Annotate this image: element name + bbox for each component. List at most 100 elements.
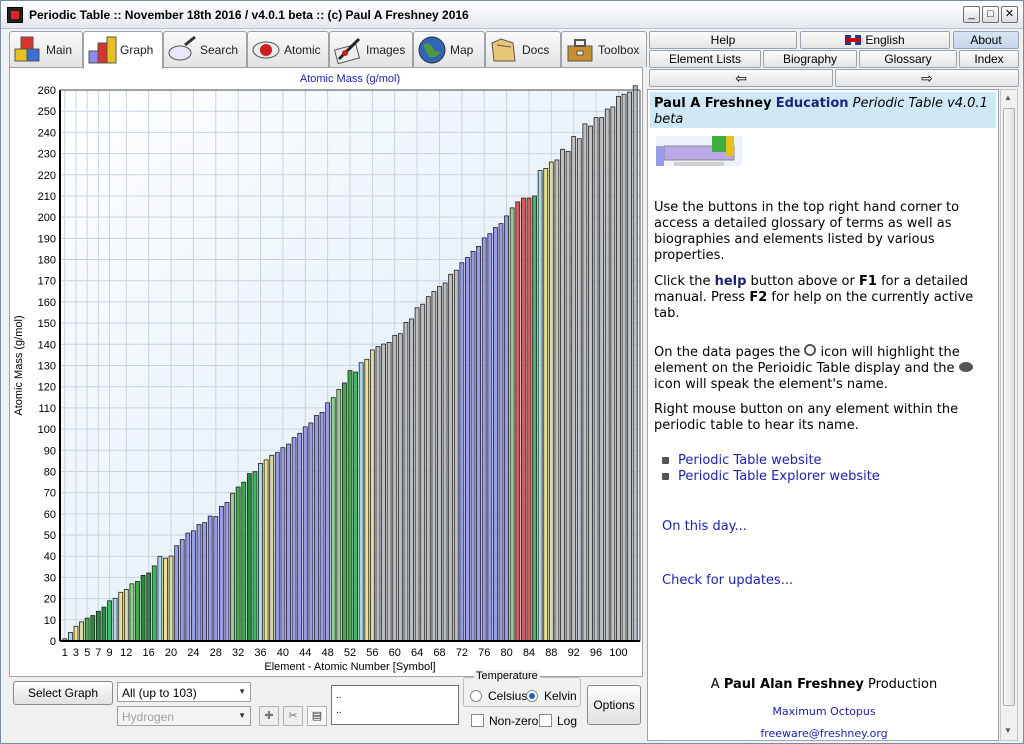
periodic-table-logo-icon <box>656 136 742 166</box>
toolbox-icon <box>567 39 593 62</box>
y-axis-label: Atomic Mass (g/mol) <box>13 315 25 415</box>
bar <box>258 463 263 642</box>
tab-biography[interactable]: Biography <box>763 50 857 68</box>
bullet-icon <box>662 457 669 464</box>
tab-glossary[interactable]: Glossary <box>859 50 957 68</box>
close-button[interactable]: ✕ <box>1001 6 1018 23</box>
x-tick-label: 1 <box>62 647 68 659</box>
tab-map-label: Map <box>450 43 474 57</box>
tab-search[interactable]: Search <box>163 31 247 67</box>
range-combo[interactable]: All (up to 103) ▼ <box>117 682 251 702</box>
periodic-table-website-link[interactable]: Periodic Table website <box>678 453 822 469</box>
tab-index[interactable]: Index <box>959 50 1019 68</box>
y-tick-label: 210 <box>38 191 56 203</box>
scroll-up-icon[interactable]: ▲ <box>1004 93 1012 102</box>
maximize-button[interactable]: □ <box>982 6 999 23</box>
bar <box>537 170 543 642</box>
tab-atomic-label: Atomic <box>284 43 321 57</box>
bar <box>230 492 235 642</box>
select-graph-button[interactable]: Select Graph <box>13 681 113 705</box>
scroll-thumb[interactable] <box>1003 108 1015 706</box>
bullet-icon <box>662 473 669 480</box>
title-bar[interactable]: Periodic Table :: November 18th 2016 / v… <box>1 1 1023 29</box>
bar <box>560 148 565 642</box>
bar <box>107 600 112 642</box>
back-button[interactable]: ⇦ <box>649 69 833 87</box>
x-tick-label: 40 <box>277 647 289 659</box>
bar <box>90 615 96 642</box>
bar <box>386 341 392 642</box>
x-tick-label: 28 <box>210 647 222 659</box>
bar <box>627 91 633 642</box>
bar <box>431 291 437 642</box>
log-checkbox[interactable] <box>539 714 552 727</box>
y-tick-label: 250 <box>38 106 56 118</box>
kelvin-radio[interactable] <box>526 690 538 702</box>
graph-blocks-icon <box>88 36 117 64</box>
bar <box>397 333 403 642</box>
on-this-day-link[interactable]: On this day... <box>662 519 747 535</box>
tab-docs-label: Docs <box>522 43 550 57</box>
temperature-group: Temperature Celsius Kelvin <box>463 670 581 707</box>
tab-about[interactable]: About <box>953 31 1019 49</box>
tab-map[interactable]: Map <box>413 31 485 67</box>
cut-icon[interactable]: ✂ <box>283 706 303 726</box>
bar <box>202 522 207 642</box>
bar <box>532 195 537 642</box>
tab-language[interactable]: English <box>800 31 950 49</box>
tab-help[interactable]: Help <box>649 31 797 49</box>
bar <box>364 358 370 642</box>
bar <box>487 233 493 642</box>
minimize-button[interactable]: _ <box>963 6 980 23</box>
check-updates-link[interactable]: Check for updates... <box>662 573 793 589</box>
add-icon[interactable]: ✚ <box>259 706 279 726</box>
x-tick-label: 24 <box>187 647 199 659</box>
tab-atomic[interactable]: Atomic <box>247 31 329 67</box>
non-zero-checkbox[interactable] <box>471 714 484 727</box>
copy-icon[interactable]: ▤ <box>307 706 327 726</box>
email-link[interactable]: freeware@freshney.org <box>648 726 998 740</box>
atomic-mass-chart[interactable]: Atomic Mass (g/mol) 0 10 20 30 40 50 60 70 80 90 10… <box>10 68 642 676</box>
memo-line: .. <box>336 690 342 701</box>
y-tick-label: 130 <box>38 361 56 373</box>
y-tick-label: 60 <box>44 509 56 521</box>
bar <box>118 591 124 642</box>
company-link[interactable]: Maximum Octopus <box>648 704 998 720</box>
tab-images[interactable]: Images <box>329 31 413 67</box>
element-combo[interactable]: Hydrogen ▼ <box>117 706 251 726</box>
options-button[interactable]: Options <box>587 685 641 725</box>
bar <box>476 245 482 642</box>
bar <box>588 125 593 642</box>
bar <box>319 411 325 642</box>
tab-element-lists[interactable]: Element Lists <box>649 50 761 68</box>
forward-button[interactable]: ⇨ <box>835 69 1019 87</box>
x-tick-label: 3 <box>73 647 79 659</box>
tab-main[interactable]: Main <box>9 31 83 67</box>
bar <box>101 606 107 642</box>
bar <box>437 286 442 642</box>
celsius-radio[interactable] <box>470 690 482 702</box>
main-tab-strip: Main Graph Search Atomic Images Map Docs <box>9 31 647 69</box>
info-scrollbar[interactable]: ▲ ▼ <box>1000 89 1018 741</box>
explorer-website-link[interactable]: Periodic Table Explorer website <box>678 469 880 485</box>
bar <box>593 117 599 642</box>
magnifier-icon <box>168 35 196 61</box>
scroll-down-icon[interactable]: ▼ <box>1004 726 1012 735</box>
tab-docs[interactable]: Docs <box>485 31 561 67</box>
output-memo[interactable]: .. .. <box>331 685 459 725</box>
bar <box>84 617 90 642</box>
y-tick-label: 40 <box>44 551 56 563</box>
bar <box>224 502 230 642</box>
bar <box>353 371 358 642</box>
about-info-panel: Paul A Freshney Education Periodic Table… <box>647 89 999 741</box>
bar <box>465 257 470 642</box>
x-tick-label: 7 <box>95 647 101 659</box>
x-tick-label: 80 <box>500 647 512 659</box>
tab-toolbox[interactable]: Toolbox <box>561 31 647 67</box>
x-tick-label: 52 <box>344 647 356 659</box>
tab-graph[interactable]: Graph <box>83 31 163 69</box>
bar <box>347 370 353 642</box>
bar <box>375 346 381 642</box>
bar <box>548 161 554 642</box>
bar <box>403 321 409 642</box>
